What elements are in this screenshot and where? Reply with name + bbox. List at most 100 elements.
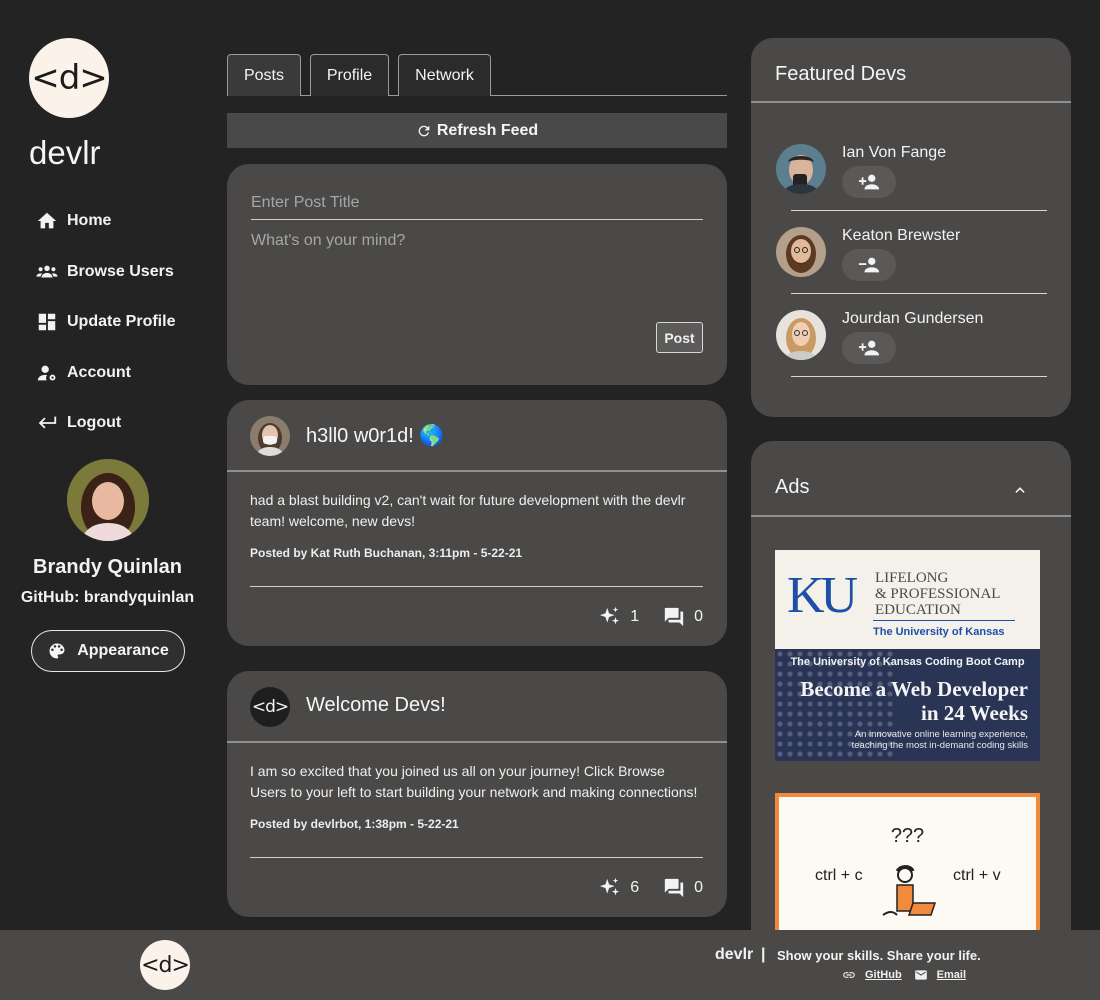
sparkle-icon[interactable] [599, 606, 621, 628]
footer-tagline: Show your skills. Share your life. [777, 948, 981, 963]
ads-panel: Ads KU LIFELONG & PROFESSIONAL EDUCATION T… [751, 441, 1071, 961]
ad-ctrl-v: ctrl + v [953, 867, 1001, 884]
footer-separator: | [761, 946, 766, 963]
post-title: Welcome Devs! [306, 694, 446, 716]
ku-bootcamp-ad[interactable]: KU LIFELONG & PROFESSIONAL EDUCATION The U… [775, 550, 1040, 761]
ad-university: The University of Kansas [873, 626, 1005, 638]
featured-dev: Ian Von Fange [775, 144, 1047, 227]
post-title: h3ll0 w0r1d! 🌎 [306, 425, 445, 447]
dev-name[interactable]: Ian Von Fange [842, 144, 946, 162]
link-icon [843, 972, 855, 978]
dev-name[interactable]: Jourdan Gundersen [842, 310, 983, 328]
comment-icon[interactable] [663, 606, 685, 628]
ad-headline: Become a Web Developer in 24 Weeks [800, 677, 1028, 725]
post-body: had a blast building v2, can't wait for … [250, 492, 686, 529]
logout-arrow-icon [38, 416, 57, 429]
nav-item-browse-users[interactable]: Browse Users [36, 247, 216, 298]
section-divider [751, 515, 1071, 517]
featured-dev: Keaton Brewster [775, 227, 1047, 310]
dev-avatar [776, 310, 826, 360]
post-card: h3ll0 w0r1d! 🌎 had a blast building v2, … [227, 400, 727, 646]
post-meta: Posted by devlrbot, 1:38pm - 5-22-21 [250, 817, 459, 831]
post-header: h3ll0 w0r1d! 🌎 [227, 400, 727, 472]
ads-title: Ads [775, 476, 810, 498]
dashboard-icon [38, 314, 56, 331]
tab-posts[interactable]: Posts [227, 54, 301, 96]
ad-org: LIFELONG & PROFESSIONAL EDUCATION [875, 570, 1001, 618]
nav-item-logout[interactable]: Logout [36, 398, 216, 449]
tab-network[interactable]: Network [398, 54, 491, 96]
section-divider [751, 101, 1071, 103]
brand-name: devlr [29, 134, 101, 171]
user-github: GitHub: brandyquinlan [20, 589, 195, 606]
featured-devs-panel: Featured Devs Ian Von Fange Keaton Brews… [751, 38, 1071, 417]
dev-divider [791, 210, 1047, 211]
comment-count: 0 [694, 879, 703, 896]
dev-name[interactable]: Keaton Brewster [842, 227, 960, 245]
dev-avatar [776, 144, 826, 194]
post-author-avatar [250, 416, 290, 456]
post-divider [250, 857, 703, 858]
footer: <d> devlr | Show your skills. Share your… [0, 930, 1100, 1000]
like-count: 6 [630, 879, 640, 896]
post-body: I am so excited that you joined us all o… [250, 763, 698, 800]
footer-logo[interactable]: <d> [140, 940, 190, 990]
dev-avatar [776, 227, 826, 277]
footer-links: GitHub Email [842, 968, 978, 982]
post-actions: 1 0 [599, 606, 703, 628]
follow-button[interactable] [842, 332, 896, 364]
post-title-input[interactable]: Enter Post Title [251, 188, 703, 220]
people-icon [36, 265, 58, 278]
like-count: 1 [630, 608, 640, 625]
unfollow-button[interactable] [842, 249, 896, 281]
devlr-logo[interactable]: <d> [29, 38, 109, 118]
sparkle-icon[interactable] [599, 877, 621, 899]
developer-illustration [882, 865, 937, 916]
refresh-label: Refresh Feed [436, 121, 539, 139]
home-icon [37, 213, 57, 229]
new-post-form: Enter Post Title What's on your mind? Po… [227, 164, 727, 385]
comment-icon[interactable] [663, 877, 685, 899]
appearance-button[interactable]: Appearance [31, 630, 185, 672]
post-divider [250, 586, 703, 587]
ku-logo: KU [787, 567, 858, 624]
tab-bar: Posts Profile Network [227, 54, 727, 96]
post-author-avatar: <d> [250, 687, 290, 727]
nav-item-home[interactable]: Home [36, 196, 216, 247]
post-header: <d> Welcome Devs! [227, 671, 727, 743]
nav-item-account[interactable]: Account [36, 348, 216, 399]
refresh-feed-button[interactable]: Refresh Feed [227, 113, 727, 148]
dev-divider [791, 376, 1047, 377]
person-add-icon [858, 340, 880, 356]
nav-label: Account [67, 363, 131, 381]
post-card: <d> Welcome Devs! I am so excited that y… [227, 671, 727, 917]
ad-bootcamp: The University of Kansas Coding Boot Cam… [790, 656, 1025, 668]
nav-label: Update Profile [67, 313, 176, 331]
person-add-icon [858, 174, 880, 190]
follow-button[interactable] [842, 166, 896, 198]
post-button[interactable]: Post [656, 322, 703, 353]
github-link[interactable]: GitHub [865, 969, 902, 981]
post-body-input[interactable]: What's on your mind? [251, 232, 405, 250]
dev-divider [791, 293, 1047, 294]
nav-label: Home [67, 212, 112, 230]
user-avatar [67, 459, 149, 541]
manage-account-icon [37, 365, 56, 381]
palette-icon [49, 643, 65, 659]
email-link[interactable]: Email [937, 969, 966, 981]
nav-item-update-profile[interactable]: Update Profile [36, 297, 216, 348]
post-actions: 6 0 [599, 877, 703, 899]
ad-ctrl-c: ctrl + c [815, 867, 863, 884]
user-name: Brandy Quinlan [33, 556, 182, 578]
appearance-label: Appearance [77, 642, 169, 659]
featured-title: Featured Devs [775, 63, 907, 85]
comment-count: 0 [694, 608, 703, 625]
email-icon [914, 970, 927, 980]
person-remove-icon [858, 257, 880, 273]
copy-paste-ad[interactable]: ??? ctrl + c ctrl + v [775, 793, 1040, 933]
chevron-up-icon[interactable] [1013, 483, 1027, 497]
post-meta: Posted by Kat Ruth Buchanan, 3:11pm - 5-… [250, 546, 523, 560]
featured-dev: Jourdan Gundersen [775, 310, 1047, 393]
tab-profile[interactable]: Profile [310, 54, 389, 96]
nav-label: Browse Users [67, 262, 174, 280]
